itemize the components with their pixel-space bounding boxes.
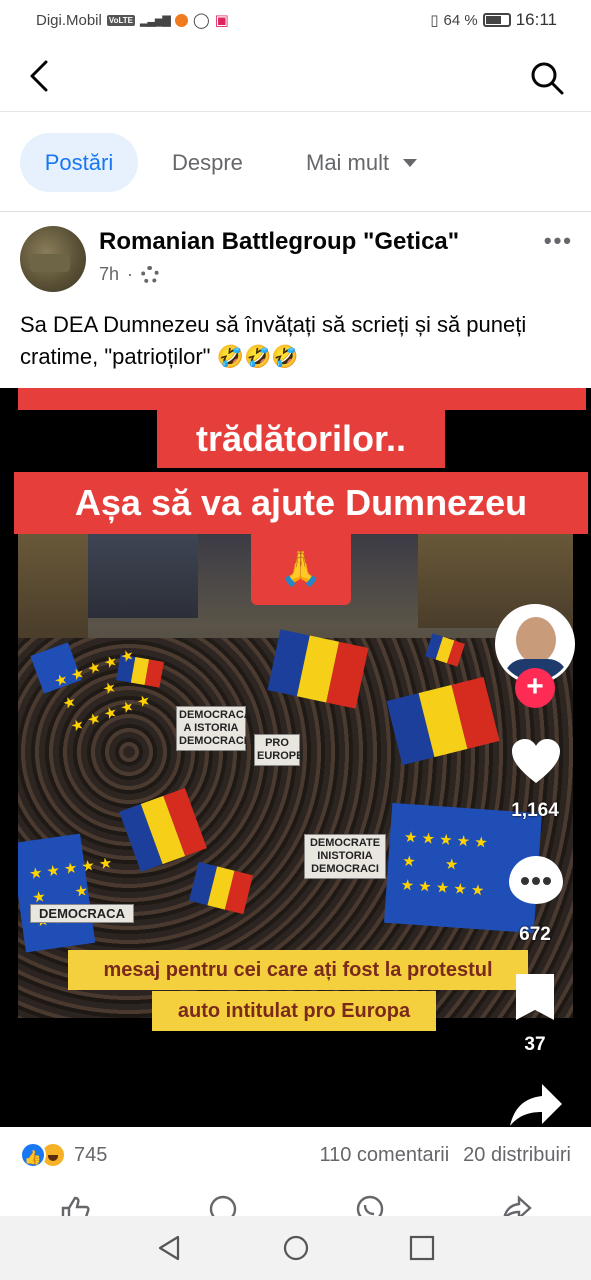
follow-plus-icon[interactable]: +	[515, 668, 555, 708]
back-arrow-icon[interactable]	[24, 58, 60, 94]
tab-more[interactable]: Mai mult	[306, 133, 418, 192]
like-thumb-icon[interactable]	[60, 1194, 90, 1216]
post-time[interactable]: 7h	[99, 264, 119, 285]
shares-count-link[interactable]: 20 distribuiri	[463, 1144, 571, 1167]
post-stats: 110 comentarii 20 distribuiri	[319, 1144, 571, 1167]
comment-bubble-icon[interactable]	[509, 856, 563, 904]
post-action-bar	[0, 1190, 591, 1216]
tab-posts[interactable]: Postări	[20, 133, 138, 192]
nav-home-icon[interactable]	[282, 1234, 310, 1262]
share-icon[interactable]	[502, 1194, 532, 1216]
red-banner-line: Așa să va ajute Dumnezeu	[14, 472, 588, 534]
signal-icon: ▂▃▅▇	[140, 14, 171, 27]
notification-icon	[174, 13, 188, 27]
top-app-bar	[0, 44, 591, 112]
audience-gear-icon[interactable]	[141, 265, 160, 284]
like-reaction-icon: 👍	[20, 1142, 46, 1168]
meta-separator: ·	[127, 264, 134, 284]
comment-count: 672	[519, 924, 551, 945]
protest-sign: DEMOCRACA	[30, 904, 134, 923]
vibrate-icon: ▯	[430, 12, 439, 29]
reactions-summary[interactable]: 👍 745	[20, 1142, 107, 1168]
heart-icon[interactable]	[510, 736, 562, 788]
praying-hands-emoji: 🙏	[251, 533, 351, 605]
post-author-name[interactable]: Romanian Battlegroup "Getica"	[99, 228, 459, 256]
system-navigation-bar	[0, 1216, 591, 1280]
profile-tabs: Postări Despre Mai mult	[0, 112, 591, 212]
nav-back-icon[interactable]	[156, 1234, 184, 1262]
nav-recents-icon[interactable]	[408, 1234, 436, 1262]
like-count: 1,164	[511, 800, 559, 821]
comments-count-link[interactable]: 110 comentarii	[319, 1144, 449, 1167]
search-icon[interactable]	[527, 58, 567, 98]
reaction-count: 745	[74, 1143, 108, 1166]
comment-icon[interactable]	[208, 1194, 238, 1216]
carrier-name: Digi.Mobil	[36, 11, 102, 29]
tab-about[interactable]: Despre	[172, 133, 243, 192]
protest-sign: DEMOCRACA A ISTORIA DEMOCRACI	[176, 706, 252, 751]
whatsapp-icon[interactable]	[355, 1194, 385, 1216]
share-arrow-icon[interactable]	[508, 1080, 564, 1127]
clock: 16:11	[515, 10, 557, 29]
post-caption: Sa DEA Dumnezeu să învățați să scrieți ș…	[20, 312, 527, 369]
post-video[interactable]: DEMOCRACA A ISTORIA DEMOCRACI PRO EUROPE…	[0, 388, 591, 1127]
battery-percent: 64 %	[443, 11, 478, 29]
page-avatar[interactable]	[20, 226, 86, 292]
yellow-caption-line: auto intitulat pro Europa	[152, 991, 436, 1031]
post-meta: 7h ·	[99, 264, 160, 285]
red-banner-top	[18, 388, 586, 410]
battery-icon	[482, 13, 511, 27]
volte-badge: VoLTE	[106, 14, 136, 26]
app-notification-icon: ▣	[214, 12, 229, 29]
protest-sign: PRO EUROPE	[254, 734, 303, 766]
facebook-page-screen: Digi.Mobil VoLTE ▂▃▅▇ ◯ ▣ ▯ 64 % 16:11 P…	[0, 0, 591, 1280]
whatsapp-status-icon: ◯	[192, 12, 210, 29]
save-count: 37	[524, 1034, 546, 1055]
yellow-caption-line: mesaj pentru cei care ați fost la protes…	[68, 950, 528, 990]
protest-sign: DEMOCRATE INISTORIA DEMOCRACI	[304, 834, 386, 879]
chevron-down-icon	[403, 158, 418, 167]
more-options-icon[interactable]: •••	[544, 228, 573, 254]
status-bar: Digi.Mobil VoLTE ▂▃▅▇ ◯ ▣ ▯ 64 % 16:11	[0, 0, 591, 40]
red-banner-line: trădătorilor..	[157, 410, 445, 468]
